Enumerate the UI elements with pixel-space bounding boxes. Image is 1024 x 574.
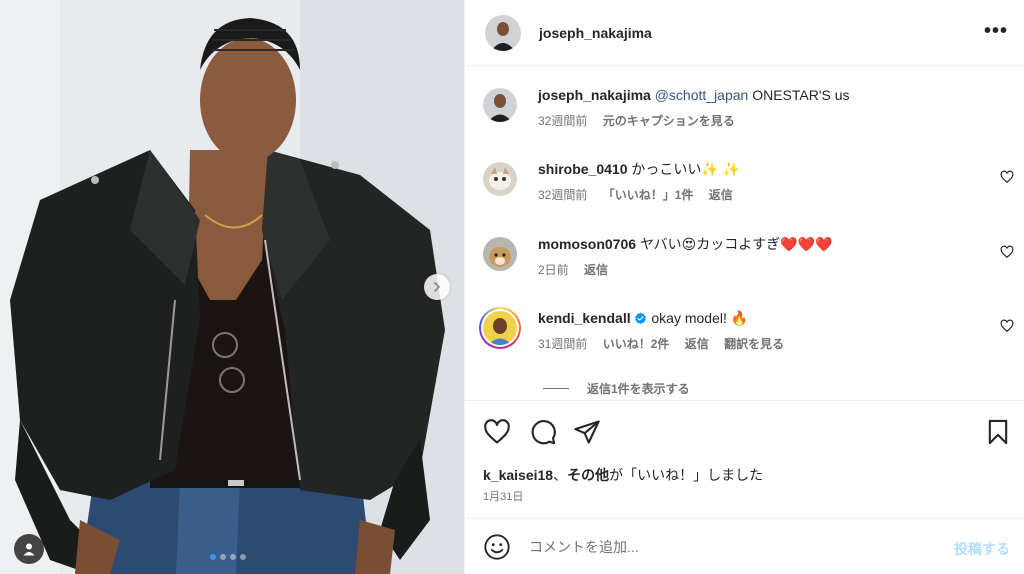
comment-item: shirobe_0410 かっこいい✨ ✨ 32週間前 「いいね！」1件 返信 [483, 160, 1024, 203]
reply-button[interactable]: 返信 [709, 188, 733, 202]
comment-composer: 投稿する [465, 518, 1024, 574]
see-original-caption-button[interactable]: 元のキャプションを見る [603, 114, 735, 128]
comment-time[interactable]: 32週間前 [538, 114, 587, 128]
comment-username[interactable]: kendi_kendall [538, 310, 631, 326]
replies-divider [543, 388, 569, 389]
emoji-smiley-icon[interactable] [483, 533, 511, 561]
carousel-next-button[interactable] [424, 274, 450, 300]
carousel-dot [240, 554, 246, 560]
post-photo [0, 0, 464, 574]
like-comment-heart-icon[interactable] [1000, 319, 1014, 333]
commenter-avatar[interactable] [483, 237, 517, 271]
reply-button[interactable]: 返信 [584, 263, 608, 277]
commenter-avatar[interactable] [483, 162, 517, 196]
post-header: joseph_nakajima ••• [465, 0, 1024, 66]
like-comment-heart-icon[interactable] [1000, 245, 1014, 259]
likes-suffix: が「いいね！」しました [609, 467, 764, 483]
likes-separator: 、 [553, 467, 568, 483]
caption-item: joseph_nakajima @schott_japan ONESTAR'S … [483, 86, 1024, 129]
author-avatar[interactable] [483, 88, 517, 122]
like-comment-heart-icon[interactable] [1000, 170, 1014, 184]
post-comment-button[interactable]: 投稿する [954, 539, 1010, 559]
comment-time[interactable]: 31週間前 [538, 337, 587, 351]
see-translation-button[interactable]: 翻訳を見る [724, 337, 784, 351]
save-bookmark-icon[interactable] [984, 418, 1012, 446]
post-media [0, 0, 464, 574]
post-actions: k_kaisei18、その他が「いいね！」しました 1月31日 [465, 400, 1024, 518]
commenter-avatar-with-story[interactable] [479, 307, 521, 349]
mention-link[interactable]: @schott_japan [655, 87, 749, 103]
post-date[interactable]: 1月31日 [483, 488, 523, 504]
comment-item: kendi_kendall okay model! 🔥 31週間前 いいね！2件… [479, 307, 1024, 352]
verified-badge-icon [635, 312, 647, 325]
liker-username[interactable]: k_kaisei18 [483, 467, 553, 483]
author-username[interactable]: joseph_nakajima [539, 25, 652, 41]
likes-others-link[interactable]: その他 [567, 467, 609, 483]
comment-username[interactable]: shirobe_0410 [538, 161, 628, 177]
comment-text: okay model! 🔥 [651, 310, 749, 326]
tagged-users-button[interactable] [14, 534, 44, 564]
comment-input[interactable] [529, 533, 929, 561]
more-options-button[interactable]: ••• [984, 20, 1008, 43]
carousel-indicator [210, 554, 246, 560]
comment-text: かっこいい✨ ✨ [631, 161, 741, 177]
post-side-panel: joseph_nakajima ••• joseph_nakajima @sch… [464, 0, 1024, 574]
likes-summary: k_kaisei18、その他が「いいね！」しました [483, 465, 763, 485]
reply-button[interactable]: 返信 [685, 337, 709, 351]
carousel-dot [230, 554, 236, 560]
comment-time[interactable]: 32週間前 [538, 188, 587, 202]
comment-time[interactable]: 2日前 [538, 263, 569, 277]
comment-item: momoson0706 ヤバい😍カッコよすぎ❤️❤️❤️ 2日前 返信 [483, 235, 1024, 278]
comment-icon[interactable] [529, 418, 557, 446]
view-replies-button[interactable]: 返信1件を表示する [543, 380, 690, 397]
post-modal: joseph_nakajima ••• joseph_nakajima @sch… [0, 0, 1024, 574]
caption-text: ONESTAR'S us [752, 87, 850, 103]
carousel-dot [220, 554, 226, 560]
view-replies-label[interactable]: 返信1件を表示する [587, 380, 690, 397]
user-icon [23, 543, 35, 556]
share-send-icon[interactable] [573, 418, 601, 446]
more-horizontal-icon: ••• [983, 20, 1008, 42]
comment-likes-count[interactable]: 「いいね！」1件 [603, 188, 694, 202]
comments-list: joseph_nakajima @schott_japan ONESTAR'S … [465, 66, 1024, 400]
author-avatar[interactable] [485, 14, 521, 51]
comment-text: ヤバい😍カッコよすぎ❤️❤️❤️ [639, 236, 833, 252]
like-heart-icon[interactable] [483, 418, 511, 446]
carousel-dot [210, 554, 216, 560]
comment-username[interactable]: joseph_nakajima [538, 87, 651, 103]
comment-username[interactable]: momoson0706 [538, 236, 636, 252]
comment-likes-count[interactable]: いいね！2件 [603, 337, 670, 351]
chevron-right-icon [434, 282, 440, 292]
